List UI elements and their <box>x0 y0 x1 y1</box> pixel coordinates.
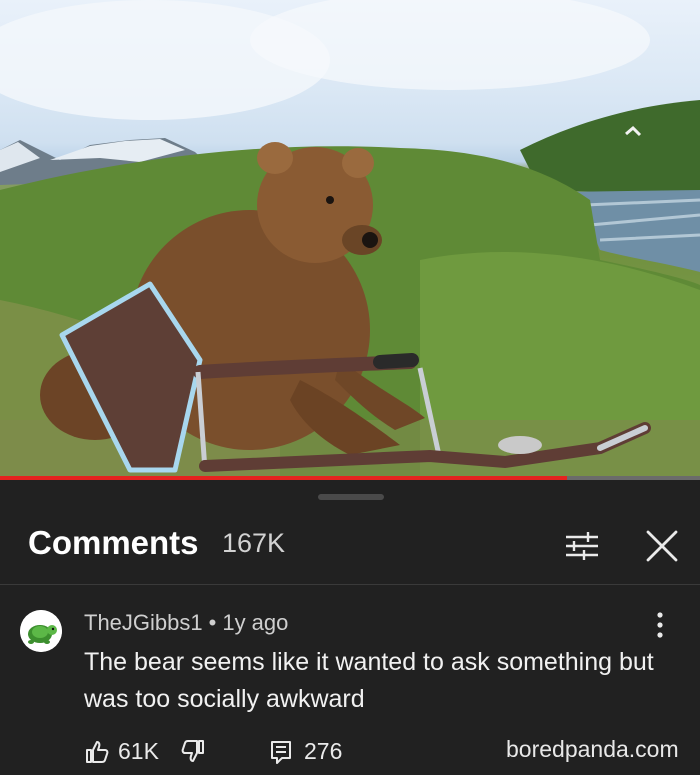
comments-title: Comments <box>28 524 199 561</box>
comment-item: TheJGibbs1 • 1y ago The bear seems like it… <box>0 590 700 775</box>
dislike-button[interactable] <box>180 738 206 764</box>
drag-handle[interactable] <box>318 494 384 500</box>
like-count: 61K <box>118 738 159 764</box>
comment-author[interactable]: TheJGibbs1 <box>84 610 203 635</box>
video-frame-image <box>0 0 700 476</box>
sort-filter-icon <box>566 532 598 560</box>
reply-button[interactable]: 276 <box>268 738 342 765</box>
video-player[interactable] <box>0 0 700 476</box>
comments-panel: Comments 167K TheJGibbs1 • 1y ago The be… <box>0 480 700 775</box>
reply-count: 276 <box>304 738 343 764</box>
header-divider <box>0 584 700 585</box>
like-button[interactable]: 61K <box>84 738 159 765</box>
comment-meta: TheJGibbs1 • 1y ago <box>84 610 288 636</box>
meta-separator: • <box>208 610 217 635</box>
thumbs-down-icon <box>181 740 204 762</box>
more-vertical-icon <box>657 612 663 638</box>
reply-icon <box>271 740 291 764</box>
comment-age: 1y ago <box>222 610 289 635</box>
turtle-avatar-icon <box>20 610 62 652</box>
close-button[interactable] <box>640 524 684 568</box>
close-icon <box>646 530 678 562</box>
comment-text: The bear seems like it wanted to ask som… <box>84 648 654 713</box>
watermark: boredpanda.com <box>506 736 679 762</box>
sort-filter-button[interactable] <box>560 524 604 568</box>
comments-count: 167K <box>222 528 286 558</box>
comments-header: Comments 167K <box>0 516 700 584</box>
author-avatar[interactable] <box>20 610 62 652</box>
thumbs-up-icon <box>86 740 109 763</box>
comment-menu-button[interactable] <box>648 610 672 640</box>
